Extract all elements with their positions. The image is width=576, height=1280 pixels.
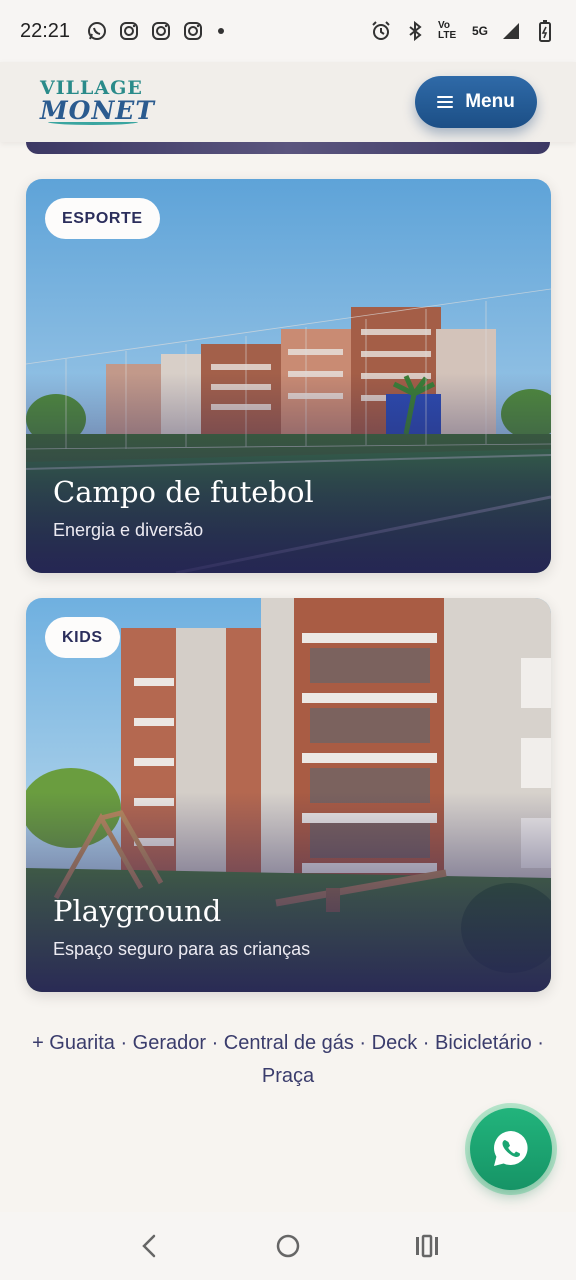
logo-swoosh — [48, 119, 138, 125]
notification-dot-icon — [218, 28, 225, 34]
network-label: 5G — [471, 24, 488, 38]
card-tag: ESPORTE — [45, 198, 160, 239]
hamburger-icon — [437, 96, 454, 108]
menu-button-label: Menu — [465, 91, 515, 112]
status-bar: 22:21 Vo LTE 5G — [0, 0, 576, 62]
whatsapp-button-inner — [470, 1108, 552, 1190]
instagram-icon — [182, 20, 204, 42]
back-icon[interactable] — [129, 1226, 169, 1266]
menu-button[interactable]: Menu — [415, 76, 537, 128]
card-subtitle: Espaço seguro para as crianças — [53, 939, 311, 959]
card-tag: KIDS — [45, 617, 120, 658]
card-subtitle: Energia e diversão — [53, 520, 204, 540]
bluetooth-icon — [404, 20, 426, 42]
whatsapp-button[interactable] — [465, 1103, 557, 1195]
instagram-icon — [150, 20, 172, 42]
card-title: Playground — [53, 894, 222, 928]
battery-icon — [534, 20, 556, 42]
site-header: VILLAGE MONET Menu — [0, 62, 576, 142]
volte-label: Vo LTE — [437, 20, 457, 41]
instagram-icon — [118, 20, 140, 42]
alarm-icon — [370, 20, 392, 42]
card-gradient — [26, 373, 551, 573]
home-icon[interactable] — [268, 1226, 308, 1266]
whatsapp-icon — [494, 1131, 528, 1166]
extra-amenities-text: + Guarita · Gerador · Central de gás · D… — [32, 1032, 544, 1087]
status-time: 22:21 — [20, 19, 71, 42]
amenity-card-soccer[interactable]: ESPORTE Campo de futebol Energia e diver… — [26, 179, 551, 573]
previous-card-edge — [26, 142, 550, 154]
system-nav-bar — [0, 1212, 576, 1280]
signal-icon — [500, 20, 522, 42]
amenity-card-playground[interactable]: KIDS Playground Espaço seguro para as cr… — [26, 598, 551, 992]
recent-apps-icon[interactable] — [407, 1226, 447, 1266]
card-gradient — [26, 792, 551, 992]
logo[interactable]: VILLAGE MONET — [40, 79, 155, 125]
card-title: Campo de futebol — [53, 475, 314, 509]
whatsapp-icon — [86, 20, 108, 42]
